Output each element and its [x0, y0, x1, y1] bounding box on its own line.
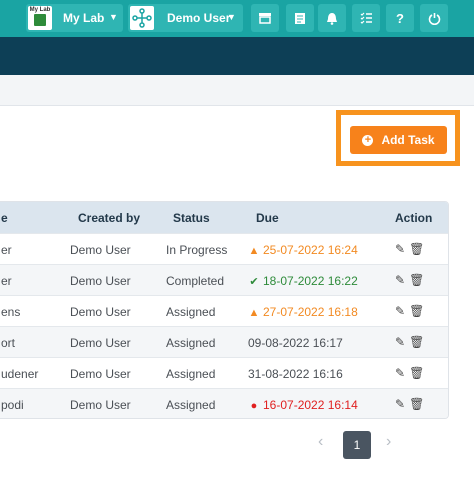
column-header-status: Status	[173, 211, 210, 225]
chevron-down-icon: ▼	[109, 12, 118, 22]
tasks-button[interactable]	[352, 4, 380, 32]
column-header-action: Action	[395, 211, 433, 225]
alert-circle-icon: ●	[250, 400, 258, 412]
table-row[interactable]: podi Demo User Assigned ● 16-07-2022 16:1…	[0, 388, 448, 418]
plus-circle-icon: +	[362, 134, 374, 146]
check-icon: ✔	[249, 276, 259, 288]
store-button[interactable]	[251, 4, 279, 32]
help-icon: ?	[396, 10, 404, 26]
user-selector-dropdown[interactable]: Demo User ▼	[128, 4, 243, 32]
store-icon	[259, 13, 271, 24]
next-page-button[interactable]: ›	[386, 433, 391, 451]
column-header-due: Due	[256, 211, 279, 225]
trash-icon[interactable]: 🗑	[409, 366, 424, 380]
table-row[interactable]: ort Demo User Assigned 09-08-2022 16:17 …	[0, 326, 448, 358]
header-bar	[0, 37, 474, 75]
network-icon	[130, 6, 154, 30]
logout-button[interactable]	[420, 4, 448, 32]
add-task-button[interactable]: + Add Task	[350, 126, 447, 154]
edit-icon[interactable]: ✎	[395, 242, 405, 256]
trash-icon[interactable]: 🗑	[409, 273, 424, 287]
lab-selector-dropdown[interactable]: My Lab My Lab ▼	[26, 4, 123, 32]
edit-icon[interactable]: ✎	[395, 304, 405, 318]
table-header-row: e Created by Status Due Action	[0, 202, 448, 233]
table-row[interactable]: udener Demo User Assigned 31-08-2022 16:…	[0, 357, 448, 389]
flask-icon	[34, 14, 46, 26]
trash-icon[interactable]: 🗑	[409, 397, 424, 411]
table-row[interactable]: er Demo User Completed ✔ 18-07-2022 16:22…	[0, 264, 448, 296]
trash-icon[interactable]: 🗑	[409, 242, 424, 256]
add-task-label: Add Task	[381, 133, 435, 147]
tasks-table: e Created by Status Due Action er Demo U…	[0, 201, 449, 419]
top-navbar: My Lab My Lab ▼ Demo User ▼ ?	[0, 0, 474, 37]
lab-logo: My Lab	[28, 6, 52, 30]
warning-icon: ▲	[248, 307, 260, 319]
column-header-created-by: Created by	[78, 211, 141, 225]
chevron-down-icon: ▼	[227, 12, 236, 22]
power-icon	[428, 12, 440, 25]
edit-icon[interactable]: ✎	[395, 397, 405, 411]
lab-label: My Lab	[63, 11, 105, 25]
edit-icon[interactable]: ✎	[395, 335, 405, 349]
notifications-button[interactable]	[318, 4, 346, 32]
warning-icon: ▲	[248, 245, 260, 257]
edit-icon[interactable]: ✎	[395, 273, 405, 287]
previous-page-button[interactable]: ‹	[318, 433, 323, 451]
edit-icon[interactable]: ✎	[395, 366, 405, 380]
table-row[interactable]: er Demo User In Progress ▲ 25-07-2022 16:…	[0, 233, 448, 265]
breadcrumb-bar	[0, 75, 474, 106]
trash-icon[interactable]: 🗑	[409, 304, 424, 318]
table-row[interactable]: ens Demo User Assigned ▲ 27-07-2022 16:18…	[0, 295, 448, 327]
current-page-button[interactable]: 1	[343, 431, 371, 459]
notes-icon	[295, 12, 305, 24]
bell-icon	[327, 12, 337, 25]
column-header-name: e	[1, 211, 8, 225]
trash-icon[interactable]: 🗑	[409, 335, 424, 349]
checklist-icon	[360, 12, 372, 24]
notes-button[interactable]	[286, 4, 314, 32]
user-label: Demo User	[167, 11, 231, 25]
help-button[interactable]: ?	[386, 4, 414, 32]
